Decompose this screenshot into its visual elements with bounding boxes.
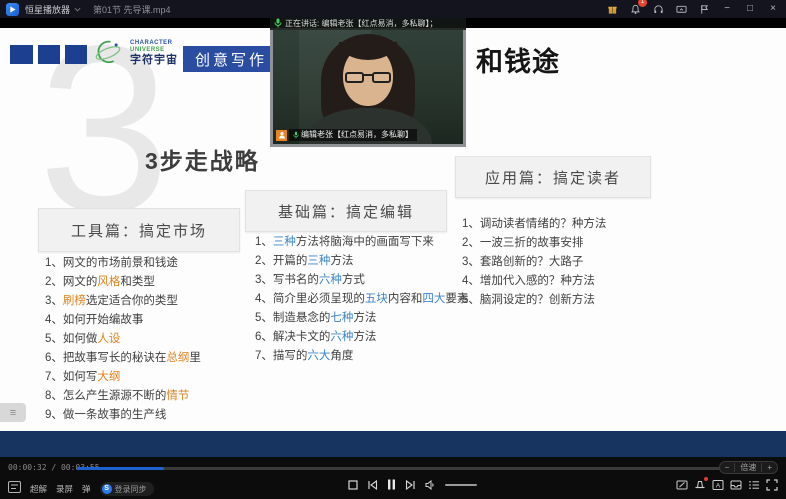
control-bar: 00:00:32 / 00:03:55 − 倍速 + 超解 录屏 弹 S 登录同…: [0, 457, 786, 499]
file-name: 第01节 先导课.mp4: [93, 3, 171, 16]
screen-cast-icon[interactable]: [674, 2, 688, 16]
decor-bar: [38, 45, 60, 64]
record-button[interactable]: 录屏: [56, 483, 73, 495]
brand-logo-text: CHARACTER UNIVERSE 字符宇宙: [130, 40, 178, 66]
list-item: 8、怎么产生源源不断的情节: [45, 387, 201, 406]
list-item: 4、简介里必须呈现的五块内容和四大要素: [255, 290, 468, 309]
headset-icon[interactable]: [651, 2, 665, 16]
list-item: 3、刷榜选定适合你的类型: [45, 292, 201, 311]
left-controls: 超解 录屏 弹 S 登录同步: [8, 480, 154, 498]
application-list: 1、调动读者情绪的？种方法2、一波三折的故事安排3、套路创新的？大路子4、增加代…: [462, 215, 606, 310]
participant-name: 编辑老张【红点易消，多私聊】: [289, 129, 417, 141]
list-item: 2、网文的风格和类型: [45, 273, 201, 292]
mic-icon: [274, 18, 282, 28]
list-item: 2、一波三折的故事安排: [462, 234, 606, 253]
column-header-tools: 工具篇：搞定市场: [38, 208, 240, 252]
previous-button[interactable]: [367, 480, 378, 490]
slide-title-partial: 和钱途: [476, 40, 560, 79]
person-glasses: [345, 72, 391, 84]
brand-en-line2: UNIVERSE: [130, 47, 178, 53]
list-item: 1、调动读者情绪的？种方法: [462, 215, 606, 234]
list-item: 5、如何做人设: [45, 330, 201, 349]
list-item: 5、制造悬念的七种方法: [255, 309, 468, 328]
super-resolution-button[interactable]: 超解: [30, 483, 47, 495]
feedback-flag-icon[interactable]: [697, 2, 711, 16]
next-button[interactable]: [405, 480, 416, 490]
list-item: 2、开篇的三种方法: [255, 252, 468, 271]
titlebar-actions: 1 − □ ×: [605, 2, 780, 16]
webcam-overlay: 正在讲话: 编辑老张【红点易消，多私聊】； 编辑老张【红点易消，多私聊】: [270, 16, 466, 147]
svg-text:A: A: [716, 482, 721, 489]
seek-bar[interactable]: [77, 467, 720, 470]
minimize-button[interactable]: −: [720, 2, 734, 16]
brand-cn: 字符宇宙: [130, 55, 178, 66]
playlist-icon[interactable]: [8, 480, 21, 498]
login-pill-button[interactable]: S 登录同步: [100, 482, 154, 496]
mic-icon: [293, 131, 299, 139]
close-button[interactable]: ×: [766, 2, 780, 16]
magic-hat-icon[interactable]: [694, 479, 706, 491]
danmu-button[interactable]: 弹: [82, 483, 91, 495]
screenshot-icon[interactable]: [676, 479, 688, 491]
playlist-drawer-handle[interactable]: ≡: [0, 403, 26, 422]
brand-en-line1: CHARACTER: [130, 40, 178, 46]
speaking-banner: 正在讲话: 编辑老张【红点易消，多私聊】；: [270, 16, 466, 30]
gift-icon[interactable]: [605, 2, 619, 16]
player-window: 恒星播放器 第01节 先导课.mp4 1 − □ ×: [0, 0, 786, 499]
fullscreen-icon[interactable]: [766, 479, 778, 491]
list-item: 7、描写的六大角度: [255, 347, 468, 366]
list-item: 6、解决卡文的六种方法: [255, 328, 468, 347]
webcam-name-row: 编辑老张【红点易消，多私聊】: [276, 129, 417, 141]
list-item: 7、如何写大纲: [45, 368, 201, 387]
notification-bell-icon[interactable]: 1: [628, 2, 642, 16]
volume-icon[interactable]: [425, 480, 436, 490]
drawer-icon[interactable]: [730, 479, 742, 491]
list-item: 4、增加代入感的？种方法: [462, 272, 606, 291]
list-item: 3、套路创新的？大路子: [462, 253, 606, 272]
participant-icon: [276, 130, 287, 141]
decor-bar: [10, 45, 33, 64]
login-label: 登录同步: [115, 484, 147, 495]
webcam-video: 编辑老张【红点易消，多私聊】: [270, 30, 466, 147]
notification-badge: 1: [638, 0, 647, 7]
list-item: 5、脑洞设定的？创新方法: [462, 291, 606, 310]
maximize-button[interactable]: □: [743, 2, 757, 16]
stop-button[interactable]: [348, 480, 358, 490]
basics-list: 1、三种方法将脑海中的画面写下来2、开篇的三种方法3、写书名的六种方式4、简介里…: [255, 233, 468, 366]
titlebar: 恒星播放器 第01节 先导课.mp4 1 − □ ×: [0, 0, 786, 18]
list-item: 9、做一条故事的生产线: [45, 406, 201, 425]
playlist-panel-icon[interactable]: [748, 479, 760, 491]
column-header-basics: 基础篇：搞定编辑: [245, 190, 447, 232]
speaking-text: 正在讲话: 编辑老张【红点易消，多私聊】；: [285, 18, 437, 29]
speed-label[interactable]: 倍速: [735, 462, 761, 473]
list-item: 3、写书名的六种方式: [255, 271, 468, 290]
subtitle-icon[interactable]: A: [712, 479, 724, 491]
slide-footer-strip: [0, 431, 786, 457]
seek-fill: [77, 467, 164, 470]
app-name[interactable]: 恒星播放器: [25, 3, 70, 16]
strategy-title: 3步走战略: [145, 142, 260, 176]
list-item: 1、三种方法将脑海中的画面写下来: [255, 233, 468, 252]
decor-bar: [65, 45, 87, 64]
volume-slider[interactable]: [445, 484, 477, 486]
list-item: 4、如何开始编故事: [45, 311, 201, 330]
brand-logo-icon: [92, 38, 124, 73]
right-controls: A: [676, 479, 778, 491]
new-feature-dot: [704, 477, 708, 481]
list-item: 1、网文的市场前景和钱途: [45, 254, 201, 273]
list-item: 6、把故事写长的秘诀在总纲里: [45, 349, 201, 368]
column-header-application: 应用篇：搞定读者: [455, 156, 651, 198]
transport-controls: [348, 479, 477, 490]
login-logo-icon: S: [102, 484, 112, 494]
chevron-down-icon[interactable]: [74, 7, 81, 12]
speed-minus-button[interactable]: −: [720, 462, 735, 473]
app-logo-icon: [6, 3, 19, 16]
course-tag: 创意写作: [183, 46, 279, 72]
speed-control: − 倍速 +: [719, 461, 778, 474]
tools-list: 1、网文的市场前景和钱途2、网文的风格和类型3、刷榜选定适合你的类型4、如何开始…: [45, 254, 201, 425]
speed-plus-button[interactable]: +: [762, 462, 777, 473]
pause-button[interactable]: [387, 479, 396, 490]
